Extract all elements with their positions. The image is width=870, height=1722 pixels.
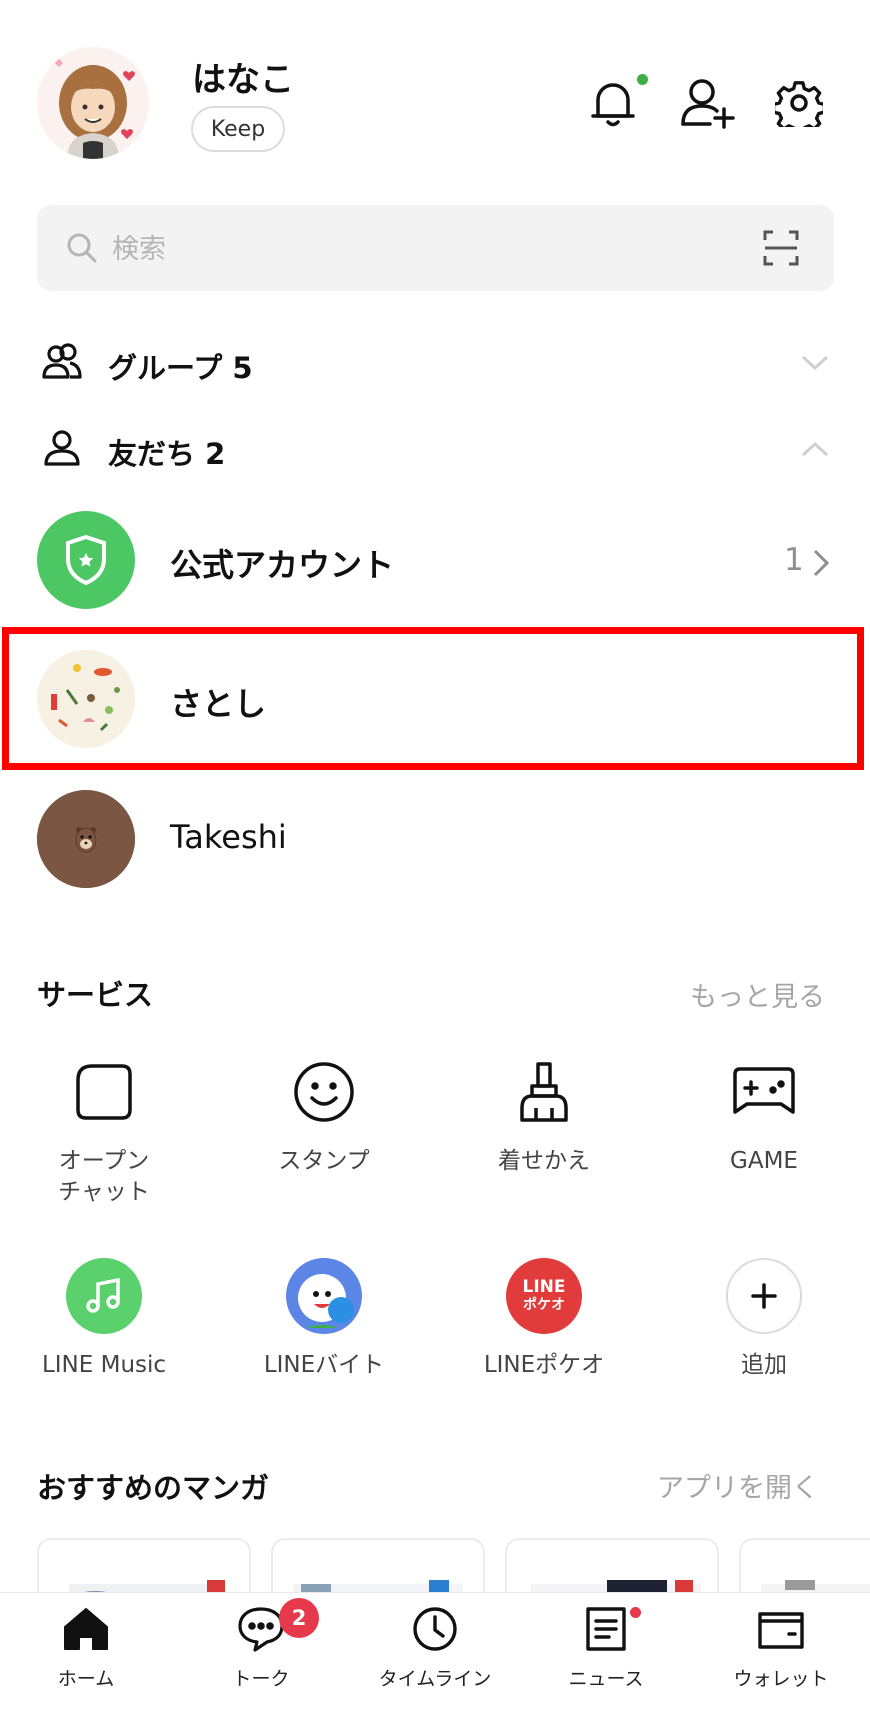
- nav-label: ホーム: [57, 1668, 115, 1690]
- line-baito-icon: [284, 1256, 364, 1336]
- nav-label: ニュース: [568, 1668, 644, 1690]
- services-more-link[interactable]: もっと見る: [690, 975, 825, 1014]
- notification-bell-icon[interactable]: [585, 75, 641, 131]
- service-label: LINEポケオ: [483, 1352, 605, 1378]
- nav-home[interactable]: ホーム: [1, 1604, 171, 1714]
- keep-button[interactable]: Keep: [191, 106, 285, 152]
- service-label: LINE Music: [41, 1352, 167, 1378]
- service-line-pokeo[interactable]: LINE ポケオ LINEポケオ: [444, 1256, 644, 1381]
- pokeo-logo-line: LINE: [522, 1277, 566, 1297]
- chat-icon: [236, 1604, 286, 1654]
- qr-scan-icon[interactable]: [763, 230, 799, 266]
- wallet-icon: [756, 1604, 806, 1654]
- service-label: スタンプ: [278, 1148, 370, 1174]
- chevron-down-icon: [800, 353, 830, 373]
- smile-icon: [284, 1052, 364, 1132]
- gamepad-icon: [724, 1052, 804, 1132]
- nav-label: タイムライン: [378, 1668, 492, 1690]
- selection-highlight: [2, 627, 864, 770]
- nav-label: ウォレット: [733, 1668, 829, 1690]
- services-title: サービス: [37, 978, 154, 1012]
- friend-icon: [42, 427, 82, 467]
- service-label: 追加: [741, 1352, 787, 1378]
- official-account-count: 1: [784, 542, 804, 578]
- nav-news[interactable]: ニュース: [521, 1604, 691, 1714]
- service-label: LINEバイト: [263, 1352, 385, 1378]
- open-chat-icon: [64, 1052, 144, 1132]
- search-icon: [66, 232, 98, 264]
- home-icon: [61, 1604, 111, 1654]
- search-input[interactable]: [110, 226, 734, 272]
- friend-name: Takeshi: [170, 818, 287, 856]
- nav-wallet[interactable]: ウォレット: [696, 1604, 866, 1714]
- line-pokeo-icon: LINE ポケオ: [504, 1256, 584, 1336]
- friends-label: 友だち 2: [108, 437, 226, 471]
- unread-badge: 2: [279, 1598, 319, 1638]
- brush-icon: [504, 1052, 584, 1132]
- chevron-up-icon: [800, 439, 830, 459]
- groups-label: グループ 5: [108, 351, 253, 385]
- add-friend-icon[interactable]: [680, 75, 736, 131]
- profile-avatar[interactable]: [37, 47, 149, 159]
- manga-title: おすすめのマンガ: [37, 1471, 270, 1505]
- chevron-right-icon: [812, 548, 830, 578]
- service-line-baito[interactable]: LINEバイト: [224, 1256, 424, 1381]
- news-dot: [630, 1607, 641, 1618]
- plus-icon: [724, 1256, 804, 1336]
- group-icon: [42, 341, 82, 381]
- news-icon: [581, 1604, 631, 1654]
- service-themes[interactable]: 着せかえ: [444, 1052, 644, 1177]
- official-account-avatar: [37, 511, 135, 609]
- pokeo-logo-text: ポケオ: [523, 1297, 565, 1313]
- nav-timeline[interactable]: タイムライン: [350, 1604, 520, 1714]
- profile-name: はなこ: [192, 60, 294, 100]
- service-stamps[interactable]: スタンプ: [224, 1052, 424, 1177]
- service-open-chat[interactable]: オープン チャット: [4, 1052, 204, 1208]
- friend-avatar: [37, 790, 135, 888]
- music-note-icon: [64, 1256, 144, 1336]
- service-label: オープン チャット: [58, 1148, 150, 1205]
- friend-name: 公式アカウント: [170, 546, 395, 584]
- clock-icon: [410, 1604, 460, 1654]
- service-add[interactable]: 追加: [664, 1256, 864, 1381]
- nav-talk[interactable]: トーク: [176, 1604, 346, 1714]
- settings-gear-icon[interactable]: [771, 75, 827, 131]
- notification-dot: [637, 74, 648, 85]
- service-game[interactable]: GAME: [664, 1052, 864, 1177]
- open-app-link[interactable]: アプリを開く: [657, 1466, 819, 1505]
- service-label: GAME: [730, 1148, 798, 1174]
- nav-label: トーク: [232, 1668, 290, 1690]
- service-line-music[interactable]: LINE Music: [4, 1256, 204, 1381]
- service-label: 着せかえ: [498, 1148, 590, 1174]
